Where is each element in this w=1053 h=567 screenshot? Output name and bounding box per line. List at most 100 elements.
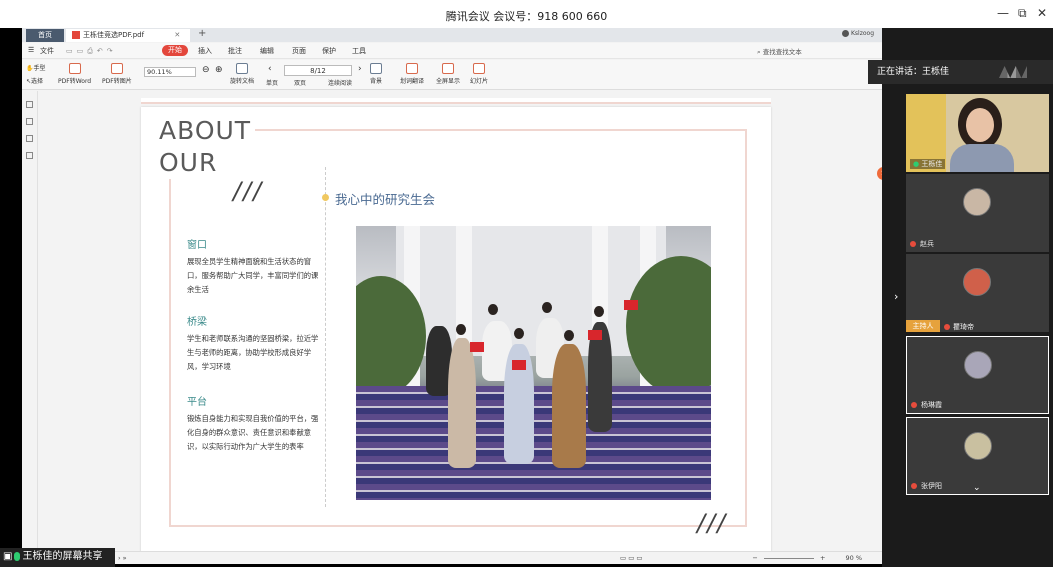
comment-icon[interactable]: [26, 135, 33, 142]
rotate-icon: [236, 63, 248, 74]
slides-button[interactable]: 幻灯片: [470, 63, 488, 85]
close-button[interactable]: ✕: [1037, 6, 1047, 20]
pdf-to-image-button[interactable]: PDF转图片: [102, 63, 132, 85]
new-tab-button[interactable]: +: [198, 28, 206, 39]
participant-tile[interactable]: 赵兵: [906, 174, 1049, 252]
page-number-input[interactable]: 8/12: [284, 65, 352, 76]
view-mode-icons[interactable]: ▭ ▭ ▭: [620, 554, 643, 562]
section-text: 展现全员学生精神面貌和生活状态的窗口，服务帮助广大同学，丰富同学们的课余生活: [187, 257, 319, 294]
photo-head: [564, 330, 574, 341]
attachment-icon[interactable]: [26, 152, 33, 159]
chevron-down-icon[interactable]: ⌄: [973, 483, 981, 493]
double-page-button[interactable]: 双页: [294, 78, 306, 87]
avatar: [841, 30, 849, 37]
participant-panel: 正在讲话：王栎佳 › ● 王栎佳 赵兵 主持人 瞿琦帝 杨琳霞 张伊阳 ⌄: [868, 28, 1053, 567]
menu-edit[interactable]: 编辑: [260, 46, 274, 56]
participant-tile[interactable]: 杨琳霞: [906, 336, 1049, 414]
pdf-page: ABOUT OUR /// 我心中的研究生会 窗口 展现全员学生精神面貌和生活状…: [141, 107, 771, 553]
photo-flag: [588, 330, 602, 340]
search-box[interactable]: ⌕ 查找查找文本: [757, 46, 802, 57]
slashes-bottom: ///: [697, 509, 728, 537]
prev-page-icon[interactable]: ‹: [268, 64, 272, 74]
status-bar: › » ▭ ▭ ▭ − + 90 %: [22, 551, 882, 564]
slides-icon: [473, 63, 485, 74]
participant-name: 张伊阳: [911, 481, 942, 491]
group-photo: [356, 226, 711, 500]
pdf-to-word-button[interactable]: PDF转Word: [58, 63, 91, 85]
single-page-button[interactable]: 单页: [266, 78, 278, 87]
zoom-minus-button[interactable]: −: [752, 554, 757, 562]
translate-label: 划词翻译: [400, 78, 425, 85]
translate-button[interactable]: 划词翻译: [400, 63, 424, 85]
thumbnail-icon[interactable]: [26, 101, 33, 108]
quick-access-icons[interactable]: ▭▭⎙↶↷: [66, 47, 117, 56]
tencent-meeting-logo: [999, 66, 1027, 78]
menu-bar: ☰ 文件 ▭▭⎙↶↷ 开始 插入 批注 编辑 页面 保护 工具 ⌕ 查找查找文本: [22, 43, 882, 59]
participant-tile-camera[interactable]: ● 王栎佳: [906, 94, 1049, 172]
user-account[interactable]: Kslzoog: [841, 30, 874, 37]
mic-muted-icon: [911, 483, 917, 489]
search-label: 查找查找文本: [762, 48, 802, 56]
menu-file[interactable]: 文件: [40, 46, 54, 56]
photo-flag: [512, 360, 526, 370]
slashes-top: ///: [233, 177, 264, 205]
chevron-right-icon[interactable]: ›: [894, 290, 898, 303]
hand-tool[interactable]: ✋手型: [26, 63, 46, 72]
menu-tools[interactable]: 工具: [352, 46, 366, 56]
toolbar: ✋手型 ↖选择 PDF转Word PDF转图片 90.11% ⊖ ⊕ ‹ 8/1…: [22, 60, 882, 90]
bullet-dot: [322, 194, 329, 201]
zoom-control[interactable]: − + 90 %: [752, 554, 862, 562]
screen-share-label: ▣ 王栎佳的屏幕共享: [0, 548, 115, 567]
background-button[interactable]: 背景: [370, 63, 382, 85]
speaking-indicator: 正在讲话：王栎佳: [868, 60, 1053, 84]
menu-insert[interactable]: 插入: [198, 46, 212, 56]
menu-protect[interactable]: 保护: [322, 46, 336, 56]
participant-name-text: 张伊阳: [921, 482, 942, 490]
next-page-icon[interactable]: ›: [358, 64, 362, 74]
restore-button[interactable]: ⧉: [1018, 6, 1027, 21]
dashed-divider: [325, 167, 326, 507]
bookmark-icon[interactable]: [26, 118, 33, 125]
zoom-select[interactable]: 90.11%: [144, 67, 196, 77]
photo-person: [448, 338, 476, 468]
select-label: 选择: [31, 78, 44, 85]
rotate-button[interactable]: 旋转文档: [230, 63, 254, 85]
avatar: [964, 432, 992, 460]
participant-name-text: 赵兵: [920, 240, 934, 248]
translate-icon: [406, 63, 418, 74]
document-area[interactable]: ABOUT OUR /// 我心中的研究生会 窗口 展现全员学生精神面貌和生活状…: [39, 91, 882, 553]
close-icon[interactable]: ✕: [174, 31, 180, 39]
mic-muted-icon: [944, 324, 950, 330]
menu-icon[interactable]: ☰: [28, 46, 34, 54]
zoom-plus-button[interactable]: +: [820, 554, 825, 562]
tab-document[interactable]: 王栎佳竞选PDF.pdf ✕: [66, 29, 190, 42]
section-title: 桥梁: [187, 317, 207, 328]
participant-name-text: 瞿琦帝: [953, 323, 974, 331]
photo-head: [594, 306, 604, 317]
continuous-reading-button[interactable]: 连续阅读: [328, 78, 352, 87]
moon-icon: [370, 63, 382, 74]
photo-head: [514, 328, 524, 339]
wps-pdf-window: 首页 王栎佳竞选PDF.pdf ✕ + Kslzoog ☰ 文件 ▭▭⎙↶↷ 开…: [22, 28, 882, 564]
photo-person: [552, 344, 586, 468]
user-name: Kslzoog: [850, 30, 874, 37]
menu-page[interactable]: 页面: [292, 46, 306, 56]
fullscreen-button[interactable]: 全屏显示: [436, 63, 460, 85]
monitor-icon: ▣: [3, 551, 13, 562]
about-line1: ABOUT: [159, 116, 252, 145]
page-nav-icons[interactable]: › »: [118, 554, 127, 562]
pdf-word-icon: [68, 63, 81, 74]
zoom-in-icon[interactable]: ⊕: [215, 65, 223, 75]
share-owner: 王栎佳的屏幕共享: [22, 551, 103, 562]
zoom-out-icon[interactable]: ⊖: [202, 65, 210, 75]
camera-person-face: [966, 108, 994, 142]
pdf-image-icon: [110, 63, 123, 74]
participant-name: 杨琳霞: [911, 400, 942, 410]
tab-home[interactable]: 首页: [26, 29, 64, 42]
menu-comment[interactable]: 批注: [228, 46, 242, 56]
minimize-button[interactable]: —: [997, 6, 1009, 20]
select-tool[interactable]: ↖选择: [26, 76, 43, 85]
zoom-slider[interactable]: [763, 557, 814, 559]
menu-start[interactable]: 开始: [162, 45, 188, 56]
left-sidebar: [22, 91, 38, 551]
